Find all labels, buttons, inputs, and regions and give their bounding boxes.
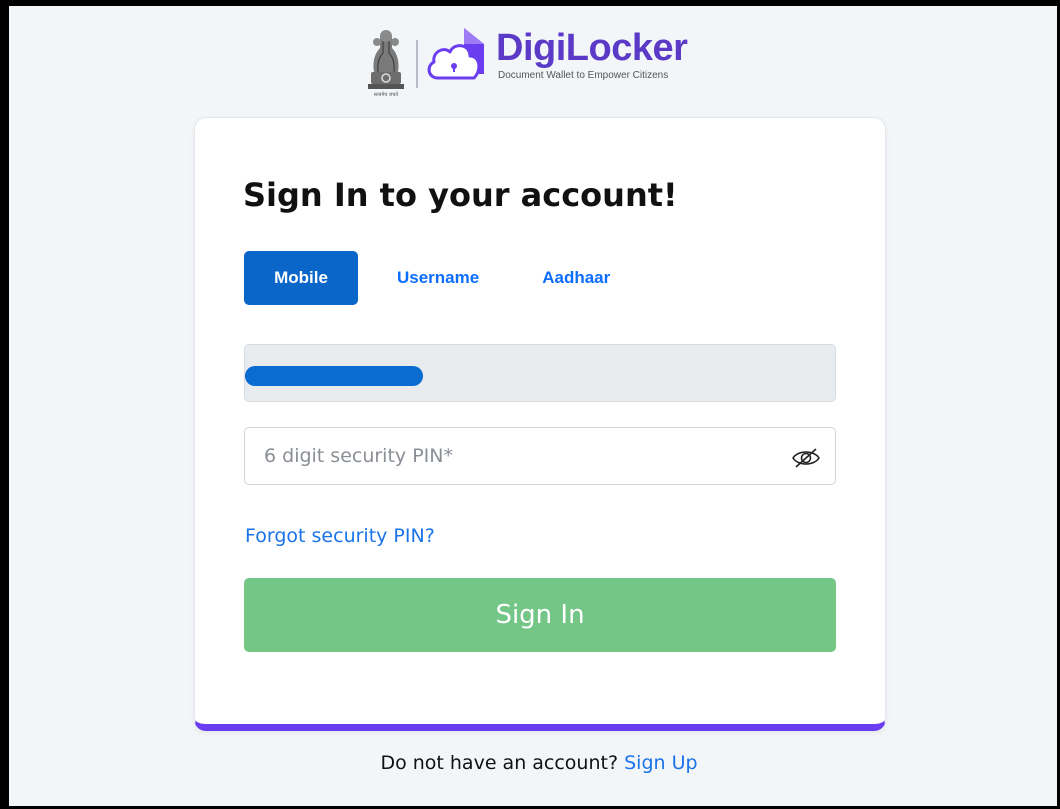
redacted-mobile-value bbox=[245, 366, 423, 386]
header-logo[interactable]: सत्यमेव जयते DigiLocker Document Wallet … bbox=[362, 22, 688, 102]
signup-row: Do not have an account? Sign Up bbox=[9, 752, 1057, 774]
logo-divider bbox=[416, 40, 418, 88]
tab-mobile[interactable]: Mobile bbox=[244, 251, 358, 305]
tab-username[interactable]: Username bbox=[377, 251, 499, 305]
eye-slash-icon[interactable] bbox=[791, 447, 821, 469]
login-method-tabs: Mobile Username Aadhaar bbox=[244, 251, 630, 305]
digilocker-cloud-icon bbox=[427, 28, 484, 80]
tab-aadhaar[interactable]: Aadhaar bbox=[522, 251, 630, 305]
forgot-pin-link[interactable]: Forgot security PIN? bbox=[245, 525, 435, 547]
mobile-number-field[interactable] bbox=[244, 344, 836, 402]
security-pin-input[interactable] bbox=[245, 428, 835, 484]
page-frame: सत्यमेव जयते DigiLocker Document Wallet … bbox=[9, 6, 1057, 806]
page-title: Sign In to your account! bbox=[243, 176, 678, 214]
security-pin-field-wrapper bbox=[244, 427, 836, 485]
emblem-caption: सत्यमेव जयते bbox=[374, 91, 399, 98]
signin-card: Sign In to your account! Mobile Username… bbox=[194, 117, 886, 731]
brand-tagline: Document Wallet to Empower Citizens bbox=[498, 70, 669, 81]
signup-prompt: Do not have an account? bbox=[380, 752, 619, 774]
signup-link[interactable]: Sign Up bbox=[624, 752, 697, 774]
signin-button[interactable]: Sign In bbox=[244, 578, 836, 652]
brand-name: DigiLocker bbox=[496, 27, 688, 69]
national-emblem-icon: सत्यमेव जयते bbox=[368, 30, 404, 98]
